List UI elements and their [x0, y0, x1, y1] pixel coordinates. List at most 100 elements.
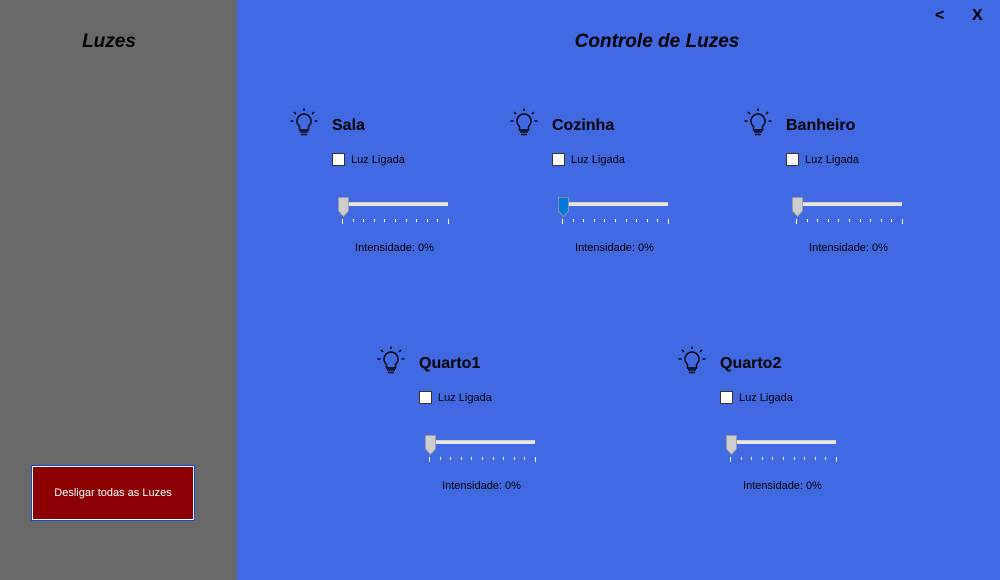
slider-tick	[416, 219, 418, 222]
intensity-readout: Intensidade: 0%	[442, 480, 521, 492]
slider-track	[730, 440, 836, 444]
slider-track	[796, 202, 902, 206]
slider-tick	[460, 457, 462, 460]
intensity-slider-banheiro[interactable]	[792, 197, 906, 225]
slider-tick	[827, 219, 829, 222]
slider-tick	[849, 219, 850, 222]
slider-ticks	[796, 219, 903, 224]
light-on-label: Luz Ligada	[805, 153, 859, 166]
slider-tick	[740, 457, 742, 460]
light-bulb-icon	[290, 108, 318, 138]
slider-tick	[426, 219, 428, 222]
back-button[interactable]: <	[935, 6, 944, 26]
slider-tick	[513, 457, 515, 460]
slider-tick	[804, 457, 806, 460]
light-on-checkbox[interactable]	[786, 153, 799, 166]
slider-tick	[783, 457, 784, 460]
slider-thumb[interactable]	[726, 435, 737, 456]
room-name: Cozinha	[552, 117, 615, 134]
light-on-label: Luz Ligada	[351, 153, 405, 166]
slider-tick	[437, 219, 439, 222]
slider-tick	[668, 219, 669, 224]
slider-track	[342, 202, 448, 206]
room-card-banheiro: Banheiro Luz Ligada Intensidade: 0%	[744, 108, 914, 254]
room-name: Quarto1	[419, 355, 481, 372]
slider-tick	[615, 219, 616, 222]
slider-thumb[interactable]	[338, 197, 349, 218]
slider-ticks	[342, 219, 449, 224]
room-card-sala: Sala Luz Ligada Intensidade: 0%	[290, 108, 460, 254]
sidebar: Luzes Desligar todas as Luzes	[0, 0, 237, 580]
light-on-toggle[interactable]: Luz Ligada	[332, 153, 405, 166]
page-title: Controle de Luzes	[574, 31, 740, 52]
intensity-slider-cozinha[interactable]	[558, 197, 672, 225]
slider-tick	[450, 457, 452, 460]
slider-tick	[772, 457, 774, 460]
slider-tick	[636, 219, 638, 222]
slider-tick	[880, 219, 882, 222]
slider-tick	[572, 219, 574, 222]
slider-tick	[870, 219, 872, 222]
slider-tick	[593, 219, 595, 222]
slider-tick	[796, 219, 797, 224]
slider-tick	[859, 219, 861, 222]
slider-tick	[793, 457, 795, 460]
slider-tick	[646, 219, 648, 222]
slider-tick	[439, 457, 441, 460]
intensity-readout: Intensidade: 0%	[809, 242, 888, 254]
slider-ticks	[730, 457, 837, 462]
light-on-checkbox[interactable]	[419, 391, 432, 404]
slider-tick	[604, 219, 606, 222]
light-on-checkbox[interactable]	[332, 153, 345, 166]
slider-ticks	[429, 457, 536, 462]
slider-tick	[902, 219, 903, 224]
slider-tick	[373, 219, 375, 222]
slider-tick	[429, 457, 430, 462]
slider-tick	[806, 219, 808, 222]
slider-tick	[625, 219, 627, 222]
intensity-slider-sala[interactable]	[338, 197, 452, 225]
intensity-slider-quarto2[interactable]	[726, 435, 840, 463]
slider-tick	[814, 457, 816, 460]
slider-tick	[482, 457, 483, 460]
slider-tick	[838, 219, 840, 222]
close-button[interactable]: X	[972, 6, 983, 26]
room-card-cozinha: Cozinha Luz Ligada Intensidade: 0%	[510, 108, 680, 254]
slider-tick	[492, 457, 494, 460]
slider-tick	[342, 219, 343, 224]
slider-track	[562, 202, 668, 206]
slider-tick	[583, 219, 585, 222]
slider-ticks	[562, 219, 669, 224]
light-on-toggle[interactable]: Luz Ligada	[419, 391, 492, 404]
light-on-checkbox[interactable]	[552, 153, 565, 166]
slider-thumb[interactable]	[558, 197, 569, 218]
intensity-readout: Intensidade: 0%	[743, 480, 822, 492]
light-bulb-icon	[678, 346, 706, 376]
slider-tick	[503, 457, 505, 460]
light-on-label: Luz Ligada	[438, 391, 492, 404]
room-name: Sala	[332, 117, 365, 134]
room-name: Banheiro	[786, 117, 856, 134]
slider-tick	[352, 219, 354, 222]
light-on-toggle[interactable]: Luz Ligada	[786, 153, 859, 166]
slider-tick	[395, 219, 396, 222]
light-bulb-icon	[510, 108, 538, 138]
slider-tick	[891, 219, 893, 222]
sidebar-title: Luzes	[82, 31, 136, 52]
slider-tick	[405, 219, 407, 222]
light-on-checkbox[interactable]	[720, 391, 733, 404]
room-card-quarto1: Quarto1 Luz Ligada Intensidade: 0%	[377, 346, 547, 492]
slider-tick	[562, 219, 563, 224]
intensity-readout: Intensidade: 0%	[355, 242, 434, 254]
slider-tick	[535, 457, 536, 462]
slider-track	[429, 440, 535, 444]
light-on-toggle[interactable]: Luz Ligada	[720, 391, 793, 404]
slider-thumb[interactable]	[792, 197, 803, 218]
light-on-toggle[interactable]: Luz Ligada	[552, 153, 625, 166]
turn-off-all-lights-button[interactable]: Desligar todas as Luzes	[31, 465, 195, 521]
light-on-label: Luz Ligada	[571, 153, 625, 166]
slider-thumb[interactable]	[425, 435, 436, 456]
intensity-slider-quarto1[interactable]	[425, 435, 539, 463]
main-panel: Controle de Luzes < X Sala Luz Ligada Inte…	[237, 0, 1000, 580]
room-name: Quarto2	[720, 355, 782, 372]
